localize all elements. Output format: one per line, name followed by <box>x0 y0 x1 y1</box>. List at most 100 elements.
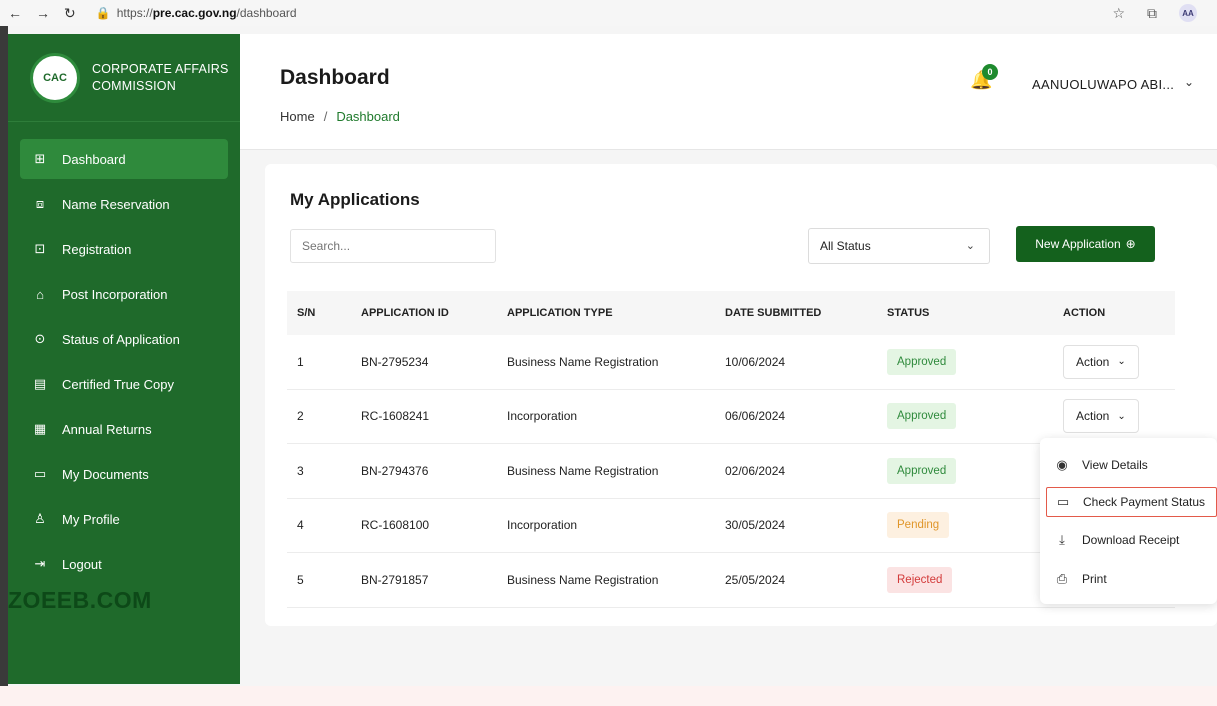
menu-item-label: Check Payment Status <box>1083 495 1206 509</box>
cell-date: 06/06/2024 <box>725 409 786 424</box>
back-icon[interactable]: ← <box>8 5 22 22</box>
extensions-icon[interactable]: ⧉ <box>1147 5 1157 22</box>
menu-item-download-receipt[interactable]: ⤓ Download Receipt <box>1046 525 1217 555</box>
sidebar-item-logout[interactable]: ⇥ Logout <box>20 544 228 584</box>
page-header: Dashboard Home / Dashboard 🔔 0 AANUOLUWAPO… <box>240 34 1217 150</box>
action-label: Action <box>1076 409 1110 424</box>
status-filter-select[interactable]: All Status ⌄ <box>808 228 990 264</box>
breadcrumb-separator: / <box>323 109 328 124</box>
sidebar: CAC CORPORATE AFFAIRS COMMISSION ⊞ Dashb… <box>8 34 240 684</box>
status-badge: Approved <box>887 403 957 430</box>
brand: CAC CORPORATE AFFAIRS COMMISSION <box>8 34 240 122</box>
cell-application-type: Incorporation <box>507 518 578 533</box>
status-badge: Approved <box>887 457 957 484</box>
cell-application-type: Incorporation <box>507 409 578 424</box>
action-button[interactable]: Action ⌄ <box>1063 399 1139 434</box>
cell-date: 02/06/2024 <box>725 463 786 478</box>
menu-item-print[interactable]: ⎙ Print <box>1046 564 1217 594</box>
brand-name: CORPORATE AFFAIRS COMMISSION <box>92 61 229 93</box>
user-menu[interactable]: AANUOLUWAPO ABI... <box>1032 77 1174 92</box>
new-application-button[interactable]: New Application ⊕ <box>1016 226 1155 262</box>
search-box-icon: ⧈ <box>35 196 45 211</box>
sidebar-item-registration[interactable]: ⊡ Registration <box>20 229 228 269</box>
watermark: ZOEEB.COM <box>8 587 152 613</box>
sidebar-item-my-documents[interactable]: ▭ My Documents <box>20 454 228 494</box>
cell-application-id: BN-2791857 <box>361 572 429 587</box>
cell-date: 30/05/2024 <box>725 518 786 533</box>
magnifier-icon: ⊙ <box>34 331 46 346</box>
cell-application-id: RC-1608241 <box>361 409 430 424</box>
table-row: 1 BN-2795234 Business Name Registration … <box>287 335 1175 390</box>
forward-icon[interactable]: → <box>36 5 50 22</box>
table-row: 2 RC-1608241 Incorporation 06/06/2024 Ap… <box>287 390 1175 444</box>
column-header: S/N <box>297 307 316 319</box>
breadcrumb: Home / Dashboard <box>280 109 400 124</box>
cell-application-id: BN-2795234 <box>361 354 429 369</box>
document-icon: ▤ <box>33 376 47 391</box>
calendar-icon: ▦ <box>33 421 47 436</box>
sidebar-item-certified-true-copy[interactable]: ▤ Certified True Copy <box>20 364 228 404</box>
sidebar-item-label: Post Incorporation <box>62 286 168 302</box>
menu-item-label: Print <box>1082 572 1107 586</box>
sidebar-item-label: Annual Returns <box>62 421 152 437</box>
download-icon: ⤓ <box>1059 532 1065 547</box>
page-title: Dashboard <box>280 66 390 89</box>
sidebar-menu: ⊞ Dashboard ⧈ Name Reservation ⊡ Registr… <box>8 122 240 584</box>
folder-icon: ▭ <box>33 466 47 481</box>
sidebar-item-name-reservation[interactable]: ⧈ Name Reservation <box>20 184 228 224</box>
sidebar-item-annual-returns[interactable]: ▦ Annual Returns <box>20 409 228 449</box>
address-bar[interactable]: 🔒 https://pre.cac.gov.ng/dashboard <box>96 6 297 20</box>
menu-item-label: Download Receipt <box>1082 533 1180 547</box>
bookmark-star-icon[interactable]: ☆ <box>1112 5 1125 22</box>
sidebar-item-label: Name Reservation <box>62 196 170 212</box>
chevron-down-icon: ⌄ <box>1117 356 1126 368</box>
cac-logo: CAC <box>30 52 80 103</box>
browser-nav: ← → ↻ <box>0 5 76 22</box>
sidebar-item-status-of-application[interactable]: ⊙ Status of Application <box>20 319 228 359</box>
grid-icon: ⊞ <box>34 151 46 166</box>
sidebar-item-label: Registration <box>62 241 132 257</box>
search-input[interactable] <box>290 229 496 263</box>
sidebar-item-dashboard[interactable]: ⊞ Dashboard <box>20 139 228 179</box>
cell-application-type: Business Name Registration <box>507 463 659 478</box>
menu-item-view-details[interactable]: ◉ View Details <box>1046 450 1217 480</box>
user-icon: ♙ <box>34 511 46 526</box>
new-application-label: New Application <box>1035 237 1121 251</box>
column-header: STATUS <box>887 307 930 319</box>
cell-application-type: Business Name Registration <box>507 354 659 369</box>
cell-date: 10/06/2024 <box>725 354 786 369</box>
cell-sn: 4 <box>297 518 304 533</box>
column-header: APPLICATION ID <box>361 307 449 319</box>
cell-sn: 1 <box>297 354 304 369</box>
chevron-down-icon: ⌄ <box>1117 410 1126 422</box>
sidebar-item-my-profile[interactable]: ♙ My Profile <box>20 499 228 539</box>
chevron-down-icon[interactable]: ⌄ <box>1184 75 1194 89</box>
browser-toolbar: ← → ↻ 🔒 https://pre.cac.gov.ng/dashboard… <box>0 0 1217 26</box>
reload-icon[interactable]: ↻ <box>64 5 76 22</box>
sidebar-item-label: Status of Application <box>62 331 180 347</box>
notification-count-badge: 0 <box>982 64 998 80</box>
sidebar-item-label: Dashboard <box>62 151 126 167</box>
breadcrumb-home[interactable]: Home <box>280 109 315 124</box>
registration-icon: ⊡ <box>34 241 46 256</box>
printer-icon: ⎙ <box>1056 571 1068 586</box>
section-title: My Applications <box>290 190 420 209</box>
status-badge: Rejected <box>887 566 953 593</box>
lock-icon: 🔒 <box>95 6 111 20</box>
cell-sn: 5 <box>297 572 304 587</box>
cell-application-id: RC-1608100 <box>361 518 430 533</box>
profile-avatar[interactable]: AA <box>1179 4 1197 22</box>
table-header: S/N APPLICATION ID APPLICATION TYPE DATE… <box>287 291 1175 335</box>
sidebar-item-post-incorporation[interactable]: ⌂ Post Incorporation <box>20 274 228 314</box>
sidebar-item-label: My Documents <box>62 466 149 482</box>
breadcrumb-current: Dashboard <box>336 109 400 124</box>
logout-icon: ⇥ <box>34 556 46 571</box>
cell-date: 25/05/2024 <box>725 572 786 587</box>
menu-item-check-payment-status[interactable]: ▭ Check Payment Status <box>1046 487 1217 517</box>
action-button[interactable]: Action ⌄ <box>1063 344 1139 379</box>
action-dropdown-menu: ◉ View Details ▭ Check Payment Status ⤓ … <box>1040 438 1217 604</box>
eye-icon: ◉ <box>1056 457 1068 472</box>
column-header: DATE SUBMITTED <box>725 307 822 319</box>
chevron-down-icon: ⌄ <box>965 240 975 252</box>
url-text: https://pre.cac.gov.ng/dashboard <box>116 6 297 20</box>
